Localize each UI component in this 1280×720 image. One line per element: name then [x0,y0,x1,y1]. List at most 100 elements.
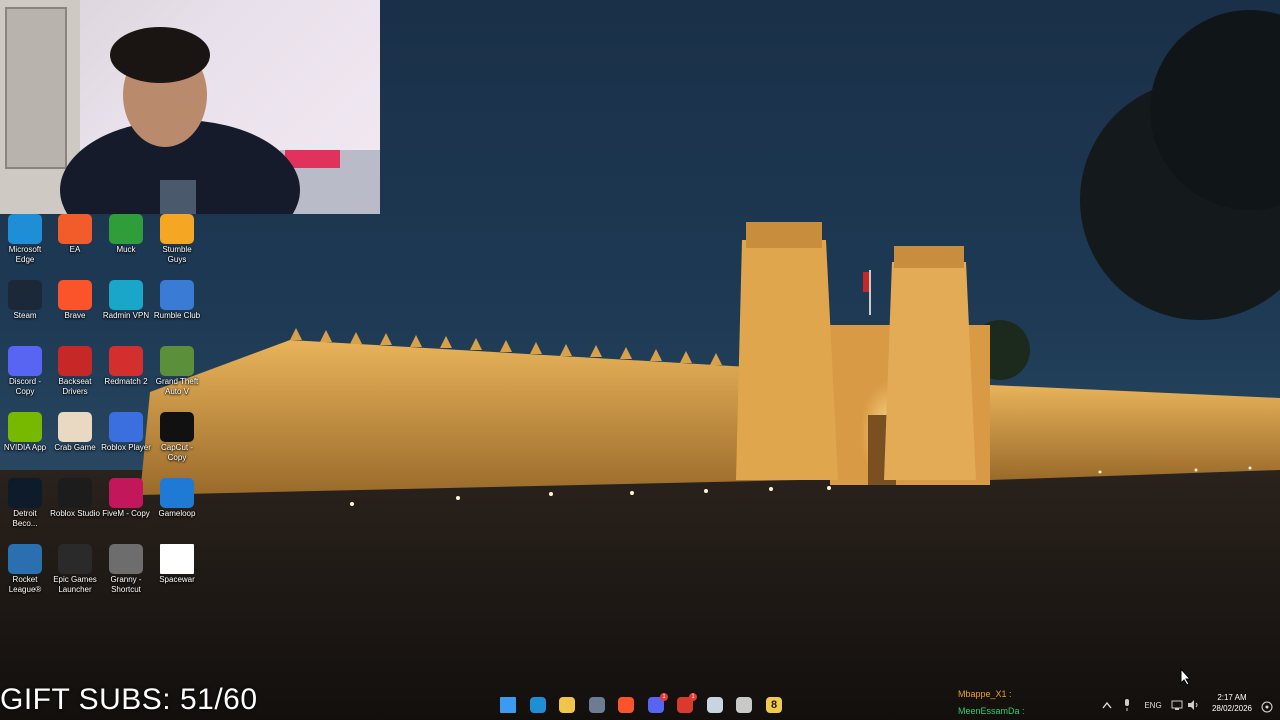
roblox-studio-icon [58,478,92,508]
radmin-vpn-icon [109,280,143,310]
desktop-icon-label: Crab Game [54,443,96,452]
chat-name: MeenEssamDa : [958,706,1025,716]
gift-subs-counter: GIFT SUBS: 51/60 [0,683,258,716]
clock-date: 28/02/2026 [1211,704,1253,713]
desktop-icon-label: Roblox Player [101,443,151,452]
webcam-feed [0,0,380,214]
desktop-icon-rocket-league[interactable]: Rocket League® [0,544,50,595]
file-icon [160,544,194,574]
crab-game-icon [58,412,92,442]
gta-v-icon [160,346,194,376]
steam-icon [8,280,42,310]
desktop-icon-ea[interactable]: EA [50,214,100,255]
network-icon[interactable] [1170,698,1184,712]
desktop-icon-label: Discord - Copy [8,377,41,396]
desktop-icon-file[interactable]: Spacewar [152,544,202,585]
language-indicator[interactable]: ENG [1142,698,1164,712]
desktop-icon-label: Grand Theft Auto V [155,377,199,396]
desktop-icon-epic-games[interactable]: Epic Games Launcher [50,544,100,595]
desktop-icon-redmatch[interactable]: Redmatch 2 [101,346,151,387]
ea-icon [58,214,92,244]
store-icon [589,697,605,713]
desktop-icon-label: Detroit Beco... [12,509,38,528]
backseat-drivers-icon [58,346,92,376]
desktop-icon-crab-game[interactable]: Crab Game [50,412,100,453]
desktop-icon-label: Microsoft Edge [8,245,42,264]
taskbar-file-explorer[interactable] [555,693,579,717]
desktop-icon-steam[interactable]: Steam [0,280,50,321]
desktop-icon-granny[interactable]: Granny - Shortcut [101,544,151,595]
desktop-icon-roblox-player[interactable]: Roblox Player [101,412,151,453]
desktop-icon-edge[interactable]: Microsoft Edge [0,214,50,265]
desktop-icon-rumble-club[interactable]: Rumble Club [152,280,202,321]
redmatch-icon [109,346,143,376]
notification-icon[interactable] [1261,700,1275,714]
desktop-icon-label: CapCut - Copy [160,443,193,462]
volume-icon[interactable] [1186,698,1200,712]
roblox-player-icon [109,412,143,442]
desktop-icon-label: Granny - Shortcut [110,575,142,594]
taskbar-start-button[interactable] [496,693,520,717]
desktop-icon-capcut[interactable]: CapCut - Copy [152,412,202,463]
taskbar-edge[interactable] [526,693,550,717]
clock[interactable]: 2:17 AM 28/02/2026 [1206,692,1258,714]
rumble-club-icon [160,280,194,310]
discord-icon [8,346,42,376]
desktop-icon-label: Backseat Drivers [58,377,92,396]
desktop-icon-nvidia[interactable]: NVIDIA App [0,412,50,453]
desktop-icon-label: Spacewar [159,575,195,584]
desktop-icon-grid: Microsoft Edge EA Muck Stumble Guys Steam Bra… [0,214,210,674]
desktop-icon-stumble-guys[interactable]: Stumble Guys [152,214,202,265]
microphone-icon[interactable] [1120,698,1134,712]
desktop-icon-label: Roblox Studio [50,509,100,518]
desktop-icon-label: Radmin VPN [102,311,150,320]
desktop-icon-brave[interactable]: Brave [50,280,100,321]
desktop-icon-gta-v[interactable]: Grand Theft Auto V [152,346,202,397]
desktop-icon-label: Rocket League® [8,575,42,594]
desktop-icon-label: Stumble Guys [162,245,192,264]
stumble-guys-icon [160,214,194,244]
epic-games-icon [58,544,92,574]
desktop-icon-label: Brave [64,311,86,320]
taskbar-steam[interactable] [703,693,727,717]
desktop-icon-radmin-vpn[interactable]: Radmin VPN [101,280,151,321]
gear-icon [736,697,752,713]
taskbar-brave[interactable] [614,693,638,717]
brave-icon [618,697,634,713]
taskbar-game-red[interactable]: 1 [673,693,697,717]
desktop-icon-label: Epic Games Launcher [53,575,97,594]
webcam-overlay [0,0,380,214]
desktop-icon-label: Gameloop [158,509,196,518]
folder-icon [559,697,575,713]
steam-icon [707,697,723,713]
taskbar-settings[interactable] [732,693,756,717]
edge-icon [8,214,42,244]
notification-badge: 1 [689,693,697,701]
brave-icon [58,280,92,310]
edge-icon [530,697,546,713]
rocket-league-icon [8,544,42,574]
chat-overlay: Mbappe_X1 : MeenEssamDa : [958,686,1078,720]
mouse-cursor-icon [1180,668,1192,686]
taskbar-app-8[interactable]: 8 [762,693,786,717]
desktop-icon-gameloop[interactable]: Gameloop [152,478,202,519]
fivem-icon [109,478,143,508]
desktop-icon-label: NVIDIA App [3,443,47,452]
chevron-up-icon[interactable] [1100,698,1114,712]
detroit-icon [8,478,42,508]
desktop-icon-muck[interactable]: Muck [101,214,151,255]
desktop-icon-fivem[interactable]: FiveM - Copy [101,478,151,519]
windows-icon [500,697,516,713]
desktop-icon-label: Rumble Club [153,311,201,320]
clock-time: 2:17 AM [1217,693,1247,702]
desktop-icon-label: EA [69,245,81,254]
desktop-icon-backseat-drivers[interactable]: Backseat Drivers [50,346,100,397]
app-8-icon: 8 [766,697,782,713]
granny-icon [109,544,143,574]
desktop-icon-discord[interactable]: Discord - Copy [0,346,50,397]
gameloop-icon [160,478,194,508]
desktop-icon-detroit[interactable]: Detroit Beco... [0,478,50,529]
desktop-icon-roblox-studio[interactable]: Roblox Studio [50,478,100,519]
taskbar-discord[interactable]: 1 [644,693,668,717]
taskbar-store[interactable] [585,693,609,717]
